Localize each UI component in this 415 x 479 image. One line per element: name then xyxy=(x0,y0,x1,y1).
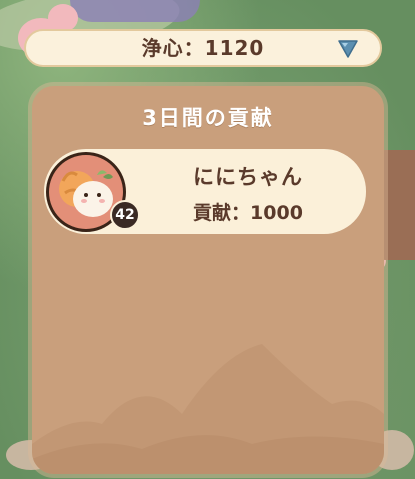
panel-title: 3日間の貢献 xyxy=(142,106,274,130)
currency-label: 浄心：1120 xyxy=(141,36,265,60)
blue-gem-icon xyxy=(338,40,358,58)
blossom xyxy=(48,4,78,32)
contribution-value: 貢献：1000 xyxy=(193,202,303,224)
flower-bed xyxy=(70,0,200,22)
player-name: ににちゃん xyxy=(193,165,303,189)
mountain-silhouette xyxy=(32,344,384,474)
contribution-panel: 3日間の貢献 xyxy=(32,86,384,474)
currency-bar: 浄心：1120 xyxy=(24,29,382,67)
level-badge: 42 xyxy=(110,200,140,230)
